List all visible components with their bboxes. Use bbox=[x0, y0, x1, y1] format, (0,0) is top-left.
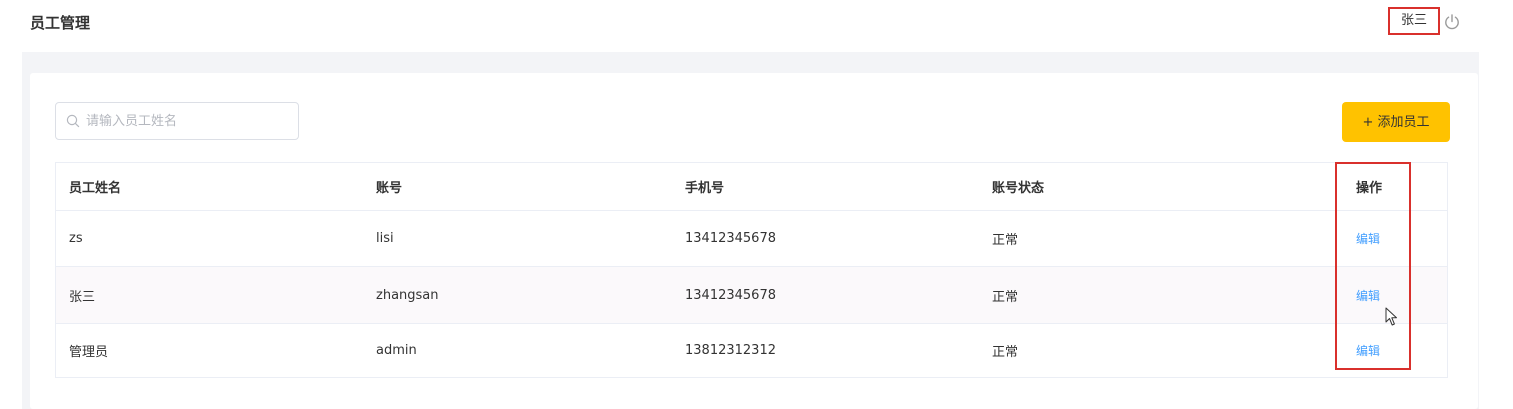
column-header-phone: 手机号 bbox=[685, 181, 725, 196]
cell-phone: 13412345678 bbox=[685, 231, 776, 246]
cell-phone: 13412345678 bbox=[685, 287, 776, 303]
table-row: zs lisi 13412345678 正常 编辑 bbox=[56, 211, 1447, 267]
cell-action: 编辑 bbox=[1356, 211, 1380, 266]
page-title: 员工管理 bbox=[30, 14, 91, 32]
column-header-account: 账号 bbox=[376, 181, 403, 196]
edit-link[interactable]: 编辑 bbox=[1356, 287, 1380, 304]
search-icon bbox=[66, 114, 80, 128]
cell-name: 管理员 bbox=[69, 345, 109, 360]
cell-account: zhangsan bbox=[376, 287, 439, 303]
cell-phone: 13812312312 bbox=[685, 343, 776, 358]
power-icon[interactable] bbox=[1443, 13, 1461, 31]
cell-status: 正常 bbox=[992, 233, 1019, 248]
cell-status: 正常 bbox=[992, 289, 1019, 305]
employee-table: 员工姓名 账号 手机号 账号状态 操作 zs lisi 13412345678 … bbox=[55, 162, 1448, 378]
search-box[interactable] bbox=[55, 102, 299, 140]
table-row: 张三 zhangsan 13412345678 正常 编辑 bbox=[56, 267, 1447, 324]
cell-name: 张三 bbox=[69, 289, 96, 305]
column-header-action: 操作 bbox=[1356, 181, 1383, 196]
table-header-row: 员工姓名 账号 手机号 账号状态 操作 bbox=[56, 163, 1447, 211]
top-header: 员工管理 张三 bbox=[0, 0, 1513, 52]
cell-account: lisi bbox=[376, 231, 394, 246]
column-header-status: 账号状态 bbox=[992, 181, 1045, 196]
search-input[interactable] bbox=[86, 103, 291, 139]
cell-action: 编辑 bbox=[1356, 324, 1380, 377]
current-user-name[interactable]: 张三 bbox=[1388, 7, 1440, 35]
add-employee-button[interactable]: + 添加员工 bbox=[1342, 102, 1450, 142]
edit-link[interactable]: 编辑 bbox=[1356, 342, 1380, 359]
edit-link[interactable]: 编辑 bbox=[1356, 230, 1380, 247]
cell-name: zs bbox=[69, 231, 83, 246]
column-header-name: 员工姓名 bbox=[69, 181, 122, 196]
cell-action: 编辑 bbox=[1356, 267, 1380, 323]
cell-status: 正常 bbox=[992, 345, 1019, 360]
table-row: 管理员 admin 13812312312 正常 编辑 bbox=[56, 324, 1447, 377]
cell-account: admin bbox=[376, 343, 417, 358]
